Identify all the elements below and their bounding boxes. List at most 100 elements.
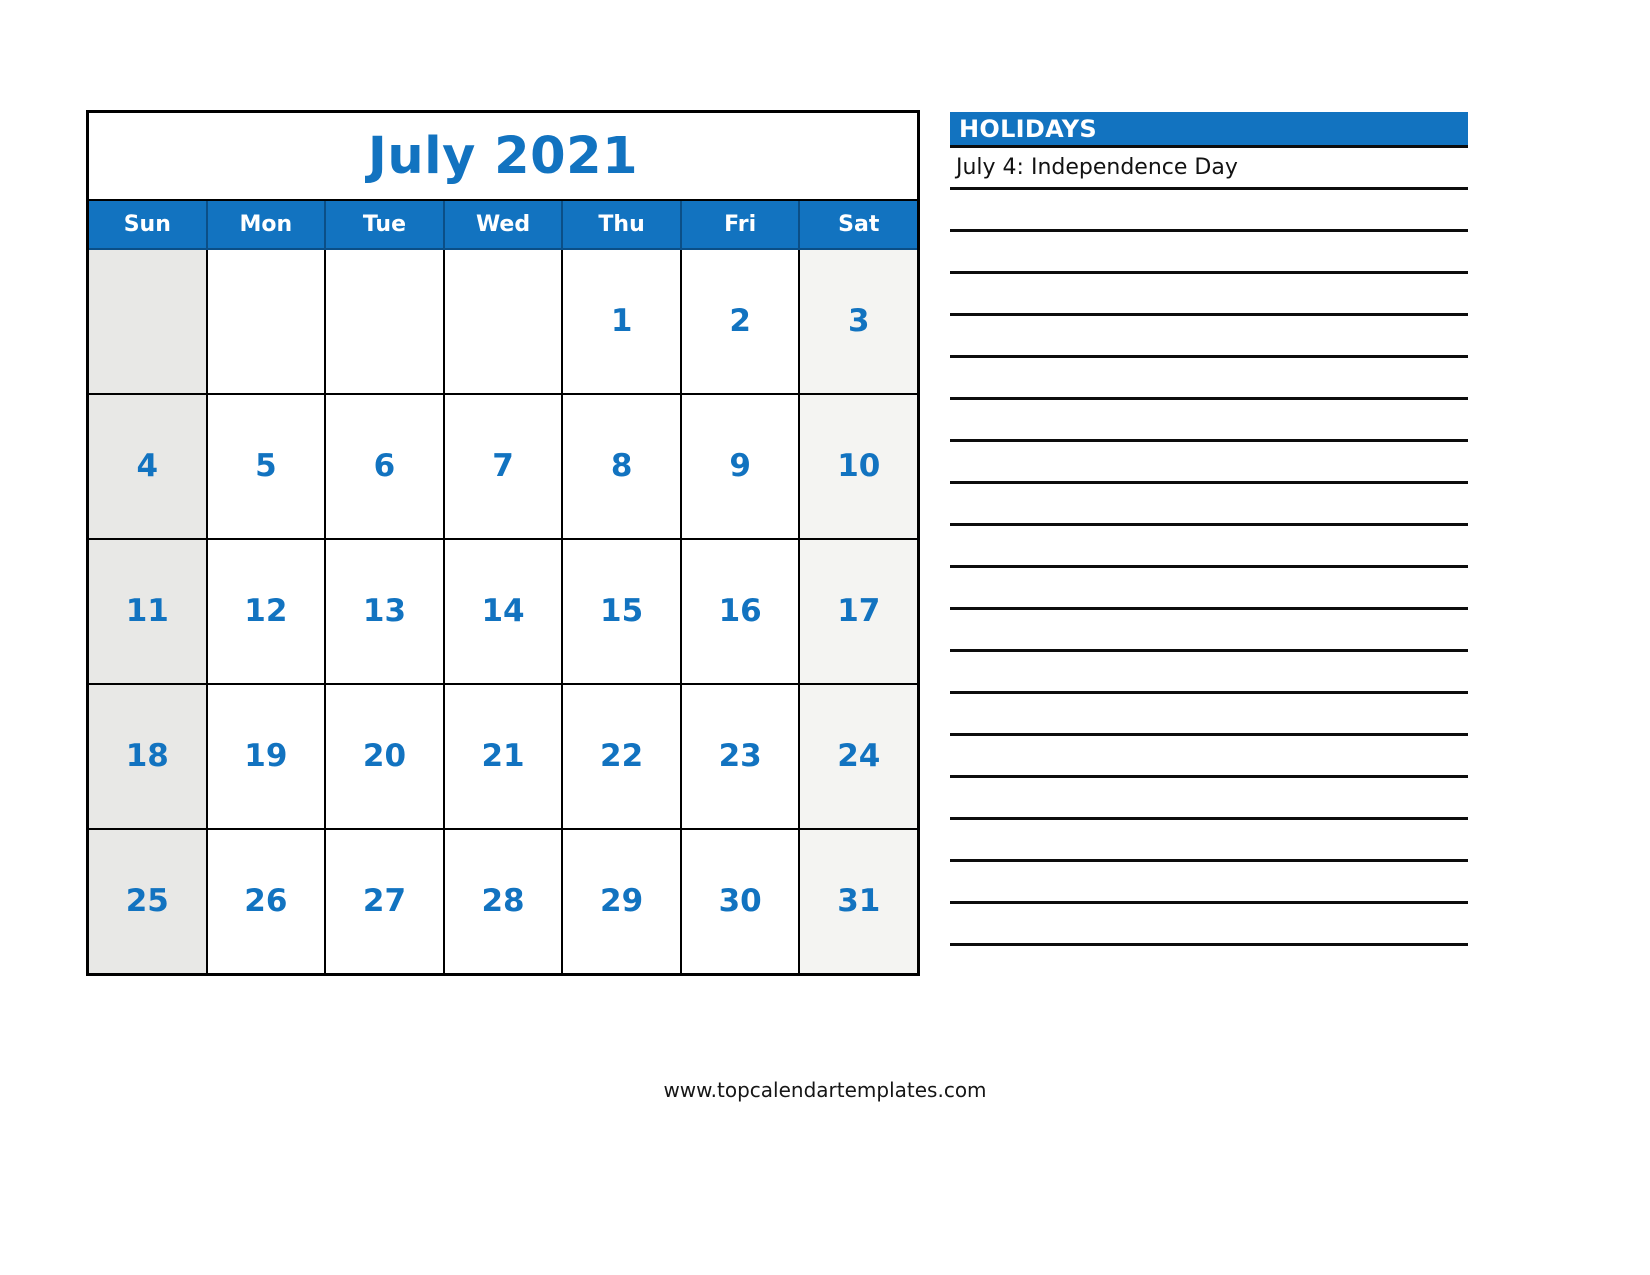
day-number: 6 <box>373 448 396 484</box>
day-number: 1 <box>610 303 633 339</box>
day-cell[interactable]: 12 <box>207 540 327 683</box>
day-number: 15 <box>600 593 644 629</box>
holiday-line[interactable] <box>950 442 1468 484</box>
calendar-week-row: 25 26 27 28 29 30 31 <box>89 828 918 973</box>
day-number: 4 <box>136 448 159 484</box>
day-number: 21 <box>481 738 525 774</box>
holiday-line[interactable] <box>950 358 1468 400</box>
day-cell[interactable]: 16 <box>681 540 801 683</box>
calendar-panel: July 2021 Sun Mon Tue Wed Thu Fri Sat 1 … <box>86 110 920 976</box>
day-number: 7 <box>492 448 514 484</box>
day-cell[interactable] <box>444 250 564 393</box>
holiday-line[interactable] <box>950 694 1468 736</box>
holidays-panel: HOLIDAYS July 4: Independence Day <box>950 112 1468 946</box>
day-number: 3 <box>847 303 870 339</box>
day-number: 22 <box>600 738 644 774</box>
day-cell[interactable]: 9 <box>681 395 801 538</box>
day-cell[interactable]: 25 <box>89 830 208 973</box>
day-number: 26 <box>244 883 288 919</box>
holiday-line[interactable] <box>950 820 1468 862</box>
day-number: 8 <box>610 448 633 484</box>
day-cell[interactable]: 3 <box>800 250 918 393</box>
weekday-header-row: Sun Mon Tue Wed Thu Fri Sat <box>89 201 917 248</box>
calendar-week-row: 11 12 13 14 15 16 17 <box>89 538 918 683</box>
day-number: 9 <box>729 448 751 484</box>
holidays-title: HOLIDAYS <box>959 114 1097 143</box>
day-cell[interactable]: 19 <box>207 685 327 828</box>
holiday-line[interactable] <box>950 400 1468 442</box>
weekday-header-wed: Wed <box>445 201 564 248</box>
footer: www.topcalendartemplates.com <box>0 1078 1650 1102</box>
weekday-header-sun: Sun <box>89 201 208 248</box>
day-cell[interactable]: 2 <box>681 250 801 393</box>
holiday-line[interactable] <box>950 736 1468 778</box>
weekday-header-mon: Mon <box>208 201 327 248</box>
day-cell[interactable]: 29 <box>563 830 682 973</box>
day-cell[interactable] <box>89 250 208 393</box>
day-cell[interactable]: 20 <box>326 685 445 828</box>
holiday-line[interactable] <box>950 904 1468 946</box>
day-number: 29 <box>600 883 644 919</box>
day-cell[interactable]: 14 <box>444 540 564 683</box>
day-cell[interactable]: 23 <box>681 685 801 828</box>
day-number: 17 <box>837 593 881 629</box>
holiday-line[interactable] <box>950 274 1468 316</box>
day-number: 27 <box>362 883 407 919</box>
day-cell[interactable]: 27 <box>326 830 445 973</box>
holiday-line[interactable] <box>950 316 1468 358</box>
day-cell[interactable]: 13 <box>326 540 445 683</box>
day-cell[interactable]: 28 <box>444 830 564 973</box>
day-cell[interactable]: 10 <box>800 395 918 538</box>
holiday-line[interactable] <box>950 484 1468 526</box>
calendar-week-row: 18 19 20 21 22 23 24 <box>89 683 918 828</box>
weekday-header-tue: Tue <box>326 201 445 248</box>
day-number: 18 <box>125 738 169 774</box>
day-number: 23 <box>718 738 762 774</box>
day-number: 28 <box>481 883 525 919</box>
footer-url: www.topcalendartemplates.com <box>663 1078 987 1102</box>
day-cell[interactable]: 26 <box>207 830 327 973</box>
day-number: 30 <box>718 883 762 919</box>
day-cell[interactable]: 7 <box>444 395 564 538</box>
holiday-line[interactable] <box>950 862 1468 904</box>
day-number: 12 <box>244 593 288 629</box>
holiday-line[interactable] <box>950 568 1468 610</box>
day-cell[interactable]: 11 <box>89 540 208 683</box>
day-cell[interactable]: 6 <box>326 395 445 538</box>
holiday-text: July 4: Independence Day <box>956 154 1238 180</box>
day-cell[interactable]: 22 <box>563 685 682 828</box>
holiday-line[interactable]: July 4: Independence Day <box>950 148 1468 190</box>
day-cell[interactable]: 31 <box>800 830 918 973</box>
day-cell[interactable]: 1 <box>563 250 682 393</box>
holiday-line[interactable] <box>950 190 1468 232</box>
day-cell[interactable]: 17 <box>800 540 918 683</box>
holiday-line[interactable] <box>950 652 1468 694</box>
day-number: 25 <box>125 883 169 919</box>
day-cell[interactable]: 4 <box>89 395 208 538</box>
day-number: 2 <box>729 303 751 339</box>
day-cell[interactable]: 21 <box>444 685 564 828</box>
day-number: 5 <box>255 448 277 484</box>
weekday-header-sat: Sat <box>838 212 880 237</box>
holiday-line[interactable] <box>950 232 1468 274</box>
day-number: 19 <box>244 738 288 774</box>
day-cell[interactable] <box>207 250 327 393</box>
day-number: 31 <box>837 883 881 919</box>
day-number: 14 <box>481 593 525 629</box>
day-number: 20 <box>362 738 407 774</box>
day-cell[interactable]: 30 <box>681 830 801 973</box>
page-title: July 2021 <box>367 126 639 186</box>
holiday-line[interactable] <box>950 526 1468 568</box>
day-cell[interactable]: 18 <box>89 685 208 828</box>
calendar-week-row: 1 2 3 <box>89 248 918 393</box>
day-cell[interactable]: 24 <box>800 685 918 828</box>
day-number: 13 <box>362 593 407 629</box>
day-cell[interactable]: 5 <box>207 395 327 538</box>
day-cell[interactable]: 8 <box>563 395 682 538</box>
day-number: 24 <box>837 738 881 774</box>
day-cell[interactable] <box>326 250 445 393</box>
holiday-line[interactable] <box>950 610 1468 652</box>
month-title-row: July 2021 <box>89 113 917 201</box>
holiday-line[interactable] <box>950 778 1468 820</box>
day-cell[interactable]: 15 <box>563 540 682 683</box>
